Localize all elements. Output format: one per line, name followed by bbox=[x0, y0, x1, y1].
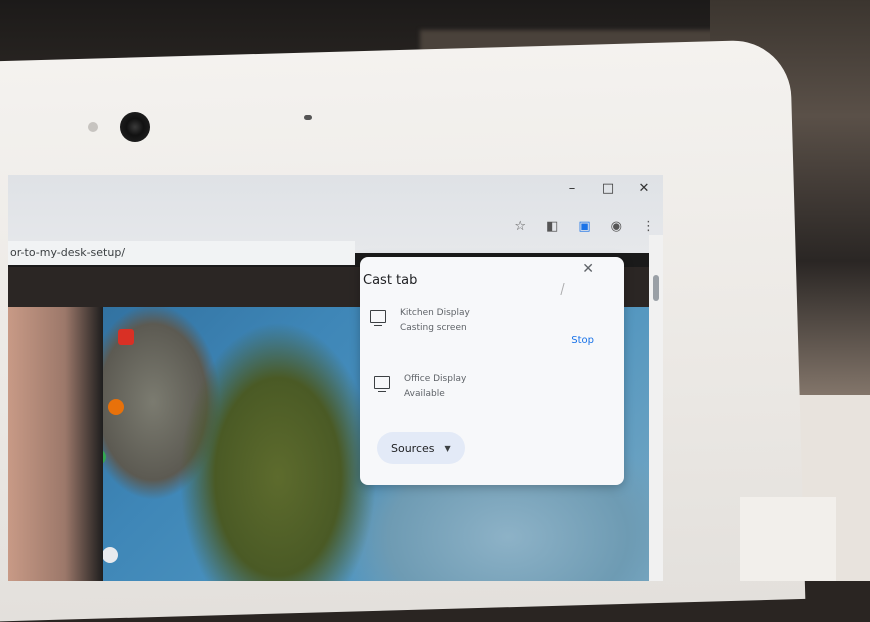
reading-list-icon[interactable]: ◧ bbox=[546, 219, 558, 234]
ambient-sensor bbox=[88, 122, 98, 132]
device-info: Kitchen Display Casting screen bbox=[400, 305, 470, 335]
star-icon[interactable]: ☆ bbox=[514, 219, 526, 234]
background-wall-patch bbox=[740, 497, 836, 581]
close-icon[interactable]: ✕ bbox=[582, 261, 594, 277]
cast-dialog: Cast tab ✕ Kitchen Display Casting scree… bbox=[360, 257, 624, 485]
menu-icon[interactable]: ⋮ bbox=[642, 219, 655, 234]
device-status: Casting screen bbox=[400, 323, 467, 333]
app-icon[interactable] bbox=[108, 399, 124, 415]
app-icon[interactable] bbox=[102, 547, 118, 563]
pdf-app-icon[interactable] bbox=[118, 329, 134, 345]
device-row-kitchen[interactable]: Kitchen Display Casting screen bbox=[370, 305, 470, 335]
maximize-icon[interactable]: □ bbox=[599, 181, 617, 196]
device-info: Office Display Available bbox=[404, 371, 466, 401]
device-row-office[interactable]: Office Display Available bbox=[374, 371, 466, 401]
sources-button[interactable]: Sources ▼ bbox=[377, 432, 465, 464]
account-icon[interactable]: ◉ bbox=[611, 219, 622, 234]
device-name: Kitchen Display bbox=[400, 308, 470, 318]
tv-icon bbox=[370, 310, 386, 326]
url-text: or-to-my-desk-setup/ bbox=[10, 246, 126, 259]
stop-cast-button[interactable]: Stop bbox=[571, 335, 594, 346]
microphone-hole bbox=[304, 115, 312, 120]
window-controls: – □ ✕ bbox=[563, 181, 653, 196]
browser-toolbar: ☆ ◧ ▣ ◉ ⋮ bbox=[514, 219, 655, 234]
page-scrollbar[interactable] bbox=[649, 235, 663, 581]
cast-dialog-title: Cast tab bbox=[363, 273, 418, 288]
tv-icon bbox=[374, 376, 390, 392]
sources-label: Sources bbox=[391, 441, 435, 455]
mouse-cursor bbox=[560, 283, 573, 295]
device-status: Available bbox=[404, 389, 445, 399]
camera-lens bbox=[120, 112, 150, 142]
screen-edge-reflection bbox=[8, 307, 103, 581]
cast-icon[interactable]: ▣ bbox=[578, 219, 590, 234]
minimize-icon[interactable]: – bbox=[563, 181, 581, 196]
address-bar[interactable]: or-to-my-desk-setup/ bbox=[8, 241, 355, 265]
device-name: Office Display bbox=[404, 374, 467, 384]
scrollbar-thumb[interactable] bbox=[653, 275, 659, 301]
close-window-icon[interactable]: ✕ bbox=[635, 181, 653, 196]
chevron-down-icon: ▼ bbox=[444, 443, 451, 453]
